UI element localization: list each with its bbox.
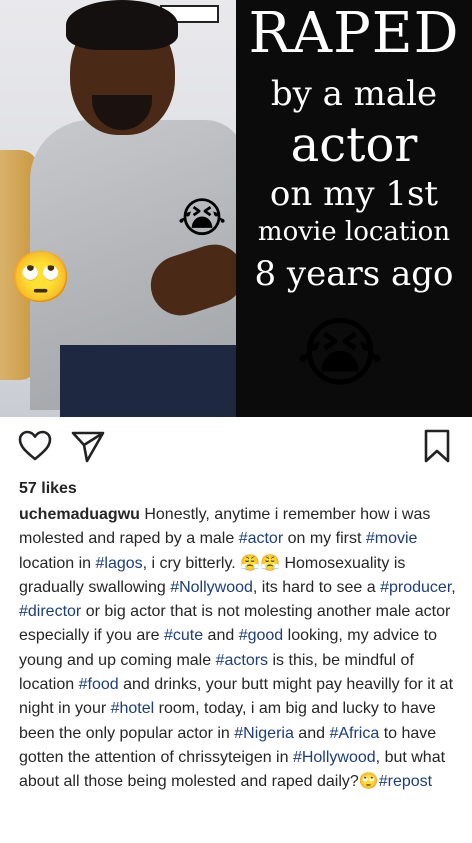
- hashtag-link[interactable]: #Hollywood: [293, 749, 376, 766]
- save-button[interactable]: [419, 428, 455, 464]
- jeans: [60, 345, 236, 417]
- post-caption: uchemaduagwu Honestly, anytime i remembe…: [19, 503, 459, 795]
- hashtag-link[interactable]: #actors: [216, 652, 268, 669]
- post-image[interactable]: 😭 🙄 RAPED by a male actor on my 1st movi…: [0, 0, 472, 417]
- crying-emoji-small: 😭: [177, 192, 227, 242]
- caption-text: location in: [19, 554, 96, 572]
- hashtag-link[interactable]: #cute: [164, 627, 203, 644]
- hashtag-link[interactable]: #director: [19, 603, 81, 620]
- caption-line-6: 8 years ago: [254, 254, 454, 294]
- caption-text: and: [293, 724, 330, 742]
- heart-icon: [18, 430, 52, 461]
- like-button[interactable]: [17, 428, 53, 464]
- share-button[interactable]: [70, 428, 106, 464]
- hashtag-link[interactable]: #Nigeria: [234, 725, 294, 742]
- paper-plane-icon: [71, 431, 105, 463]
- hashtag-link[interactable]: #good: [239, 627, 284, 644]
- likes-count[interactable]: 57 likes: [19, 480, 77, 498]
- hashtag-link[interactable]: #lagos: [96, 555, 143, 572]
- bookmark-icon: [424, 429, 450, 463]
- caption-text: and: [203, 627, 239, 645]
- crying-emoji-large: 😭: [295, 307, 385, 397]
- caption-line-3: actor: [290, 117, 418, 173]
- hashtag-link[interactable]: #movie: [366, 530, 418, 547]
- caption-line-1: RAPED: [248, 1, 460, 66]
- action-bar: [0, 428, 472, 468]
- hashtag-link[interactable]: #actor: [239, 530, 283, 547]
- hashtag-link[interactable]: #food: [79, 676, 119, 693]
- hashtag-link[interactable]: #Africa: [329, 725, 379, 742]
- caption-line-4: on my 1st: [269, 174, 439, 214]
- caption-text: ,: [451, 578, 456, 596]
- caption-text: , its hard to see a: [252, 578, 381, 596]
- caption-text: on my first: [283, 530, 366, 548]
- eye-roll-emoji: 🙄: [9, 247, 73, 306]
- username-link[interactable]: uchemaduagwu: [19, 506, 140, 523]
- caption-line-5: movie location: [257, 217, 451, 247]
- hair: [66, 0, 178, 50]
- hashtag-link[interactable]: #Nollywood: [170, 579, 253, 596]
- hashtag-link[interactable]: #hotel: [111, 700, 155, 717]
- caption-body: Honestly, anytime i remember how i was m…: [19, 506, 456, 790]
- hashtag-link[interactable]: #repost: [379, 773, 432, 790]
- hashtag-link[interactable]: #producer: [380, 579, 451, 596]
- caption-line-2: by a male: [270, 74, 438, 114]
